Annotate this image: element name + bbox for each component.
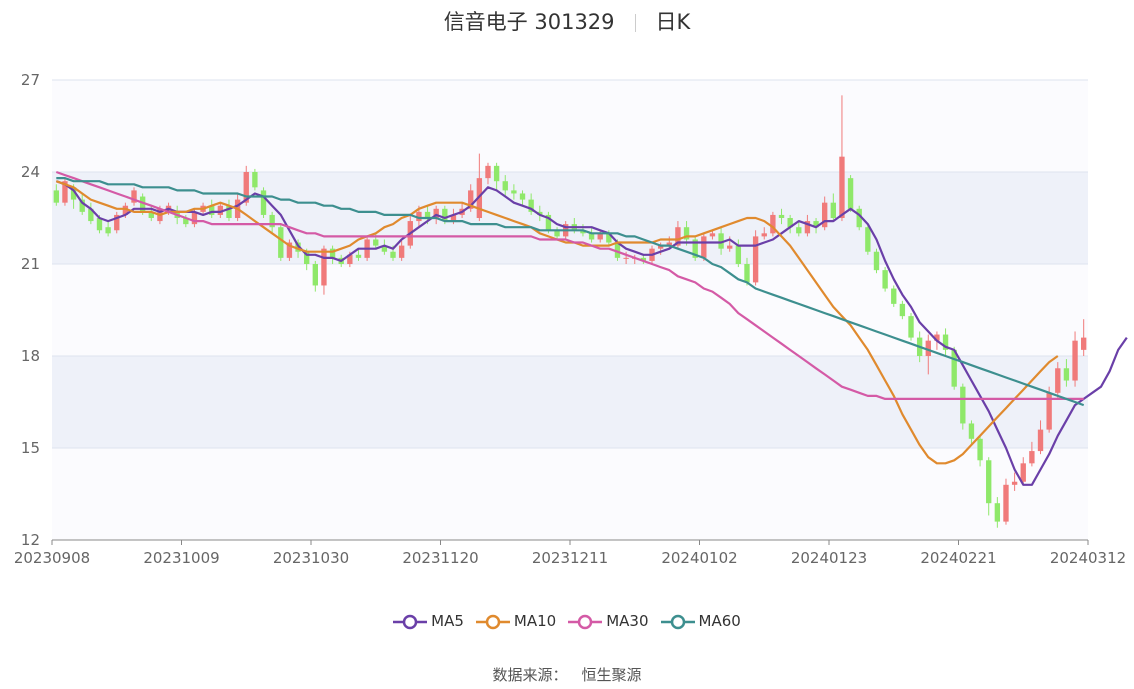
candle-body [260, 190, 267, 215]
legend-label: MA10 [513, 612, 557, 630]
candle-body [53, 190, 59, 203]
candle-body [873, 251, 880, 271]
candle-body [623, 257, 629, 259]
candle-body [847, 178, 854, 209]
candle-body [1029, 451, 1035, 464]
legend-item-ma5[interactable]: MA5 [393, 612, 464, 630]
y-tick-label: 27 [21, 71, 40, 89]
candle-body [105, 227, 111, 234]
data-source: 数据来源： 恒生聚源 [0, 664, 1134, 685]
candle-body [269, 214, 275, 228]
band-4 [52, 80, 1088, 172]
candle-body [761, 233, 767, 237]
legend-item-ma30[interactable]: MA30 [568, 612, 649, 630]
candle-body [899, 303, 906, 317]
x-tick-label: 20240123 [791, 549, 867, 567]
candle-body [485, 165, 491, 179]
candle-body [278, 227, 284, 258]
legend-marker-icon [660, 614, 695, 629]
candle-body [390, 251, 396, 258]
candle-body [709, 233, 716, 237]
candle-body [752, 236, 759, 283]
band-1 [52, 356, 1088, 448]
x-tick-label: 20240102 [661, 549, 737, 567]
source-label: 数据来源： [492, 666, 568, 684]
legend-marker-icon [568, 614, 603, 629]
candle-body [968, 423, 975, 439]
y-tick-label: 18 [21, 347, 40, 365]
candle-body [312, 264, 318, 286]
x-tick-label: 20240221 [920, 549, 996, 567]
candle-body [1055, 368, 1061, 393]
y-tick-label: 21 [21, 255, 40, 273]
candle-body [778, 214, 785, 218]
candle-body [1063, 368, 1070, 381]
candle-body [373, 239, 379, 246]
candle-body [96, 218, 103, 231]
legend-item-ma10[interactable]: MA10 [475, 612, 557, 630]
candle-body [1037, 429, 1044, 452]
candle-body [493, 165, 500, 182]
x-tick-label: 20240312 [1050, 549, 1126, 567]
candle-body [511, 190, 517, 194]
y-tick-label: 12 [21, 531, 40, 549]
candle-body [727, 245, 733, 249]
candle-body [701, 236, 707, 258]
candle-body [1072, 340, 1078, 381]
candle-body [830, 202, 836, 218]
legend-item-ma60[interactable]: MA60 [660, 612, 741, 630]
legend-marker-icon [393, 614, 428, 629]
candle-body [839, 156, 845, 218]
candle-body [865, 227, 871, 252]
legend-marker-icon [475, 614, 510, 629]
candlestick-chart: 12 15 18 21 24 27 20230908 20231009 20231030 2023… [14, 71, 1128, 567]
chart-bands [52, 80, 1088, 540]
candle-body [519, 193, 526, 200]
legend: MA5 MA10 MA30 MA60 [0, 612, 1134, 630]
legend-label: MA30 [606, 612, 649, 630]
source-value: 恒生聚源 [581, 666, 642, 684]
candle-body [994, 503, 1001, 522]
x-tick-label: 20231211 [532, 549, 608, 567]
candle-body [891, 288, 897, 304]
candle-body [1003, 484, 1009, 522]
band-2 [52, 264, 1088, 356]
band-0 [52, 448, 1088, 540]
candle-body [977, 438, 983, 461]
candle-body [744, 264, 750, 283]
candle-body [502, 181, 508, 191]
candle-body [1011, 481, 1018, 485]
candle-body [398, 245, 405, 258]
candle-body [442, 208, 448, 222]
x-tick-label: 20231009 [143, 549, 219, 567]
legend-label: MA5 [431, 612, 464, 630]
x-tick-label: 20231030 [273, 549, 349, 567]
candle-body [882, 270, 888, 289]
candle-body [908, 316, 914, 338]
x-tick-label: 20230908 [14, 549, 90, 567]
candle-body [735, 245, 742, 264]
candle-body [355, 254, 362, 258]
legend-label: MA60 [698, 612, 741, 630]
band-3 [52, 172, 1088, 264]
candle-body [252, 172, 258, 188]
candle-body [1020, 463, 1026, 482]
candle-body [796, 227, 802, 234]
x-tick-label: 20231120 [402, 549, 478, 567]
candle-body [1081, 337, 1087, 350]
candle-body [960, 386, 966, 424]
y-tick-label: 24 [21, 163, 40, 181]
candle-body [321, 248, 327, 286]
y-tick-label: 15 [21, 439, 40, 457]
candle-body [986, 460, 992, 504]
